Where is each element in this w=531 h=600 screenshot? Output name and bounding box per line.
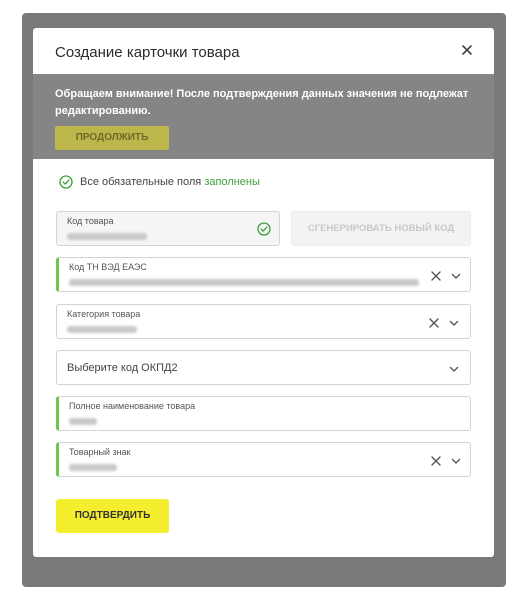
- tnved-code-select[interactable]: Код ТН ВЭД ЕАЭС: [56, 257, 471, 292]
- product-code-field[interactable]: Код товара: [56, 211, 280, 246]
- check-circle-icon: [59, 175, 73, 189]
- trademark-value-redacted: [69, 464, 117, 471]
- full-name-input[interactable]: Полное наименование товара: [56, 396, 471, 431]
- clear-icon[interactable]: [427, 316, 441, 330]
- notice-text: Обращаем внимание! После подтверждения д…: [55, 88, 469, 117]
- close-icon[interactable]: [457, 40, 477, 60]
- create-product-card-dialog: Создание карточки товара Обращаем вниман…: [33, 28, 494, 557]
- status-link[interactable]: заполнены: [204, 176, 260, 188]
- continue-button[interactable]: ПРОДОЛЖИТЬ: [55, 126, 169, 150]
- clear-icon[interactable]: [429, 269, 443, 283]
- status-text: Все обязательные поля: [80, 176, 202, 188]
- chevron-down-icon[interactable]: [447, 316, 461, 330]
- full-name-value-redacted: [69, 418, 97, 425]
- tnved-code-label: Код ТН ВЭД ЕАЭС: [69, 262, 147, 272]
- notice-banner: Обращаем внимание! После подтверждения д…: [33, 74, 494, 159]
- category-select[interactable]: Категория товара: [56, 304, 471, 339]
- check-circle-icon: [257, 222, 271, 236]
- dialog-header: Создание карточки товара: [33, 28, 494, 74]
- confirm-button[interactable]: ПОДТВЕРДИТЬ: [56, 499, 169, 533]
- full-name-label: Полное наименование товара: [69, 401, 196, 411]
- generate-new-code-button[interactable]: СГЕНЕРИРОВАТЬ НОВЫЙ КОД: [291, 211, 471, 246]
- product-code-label: Код товара: [67, 216, 114, 226]
- trademark-select[interactable]: Товарный знак: [56, 442, 471, 477]
- product-code-value-redacted: [67, 233, 147, 240]
- dialog-title: Создание карточки товара: [55, 44, 240, 61]
- tnved-code-value-redacted: [69, 279, 419, 286]
- category-value-redacted: [67, 326, 137, 333]
- okpd2-placeholder: Выберите код ОКПД2: [67, 362, 178, 374]
- clear-icon[interactable]: [429, 454, 443, 468]
- chevron-down-icon[interactable]: [449, 454, 463, 468]
- chevron-down-icon[interactable]: [447, 362, 461, 376]
- okpd2-select[interactable]: Выберите код ОКПД2: [56, 350, 471, 385]
- trademark-label: Товарный знак: [69, 447, 131, 457]
- chevron-down-icon[interactable]: [449, 269, 463, 283]
- category-label: Категория товара: [67, 309, 141, 319]
